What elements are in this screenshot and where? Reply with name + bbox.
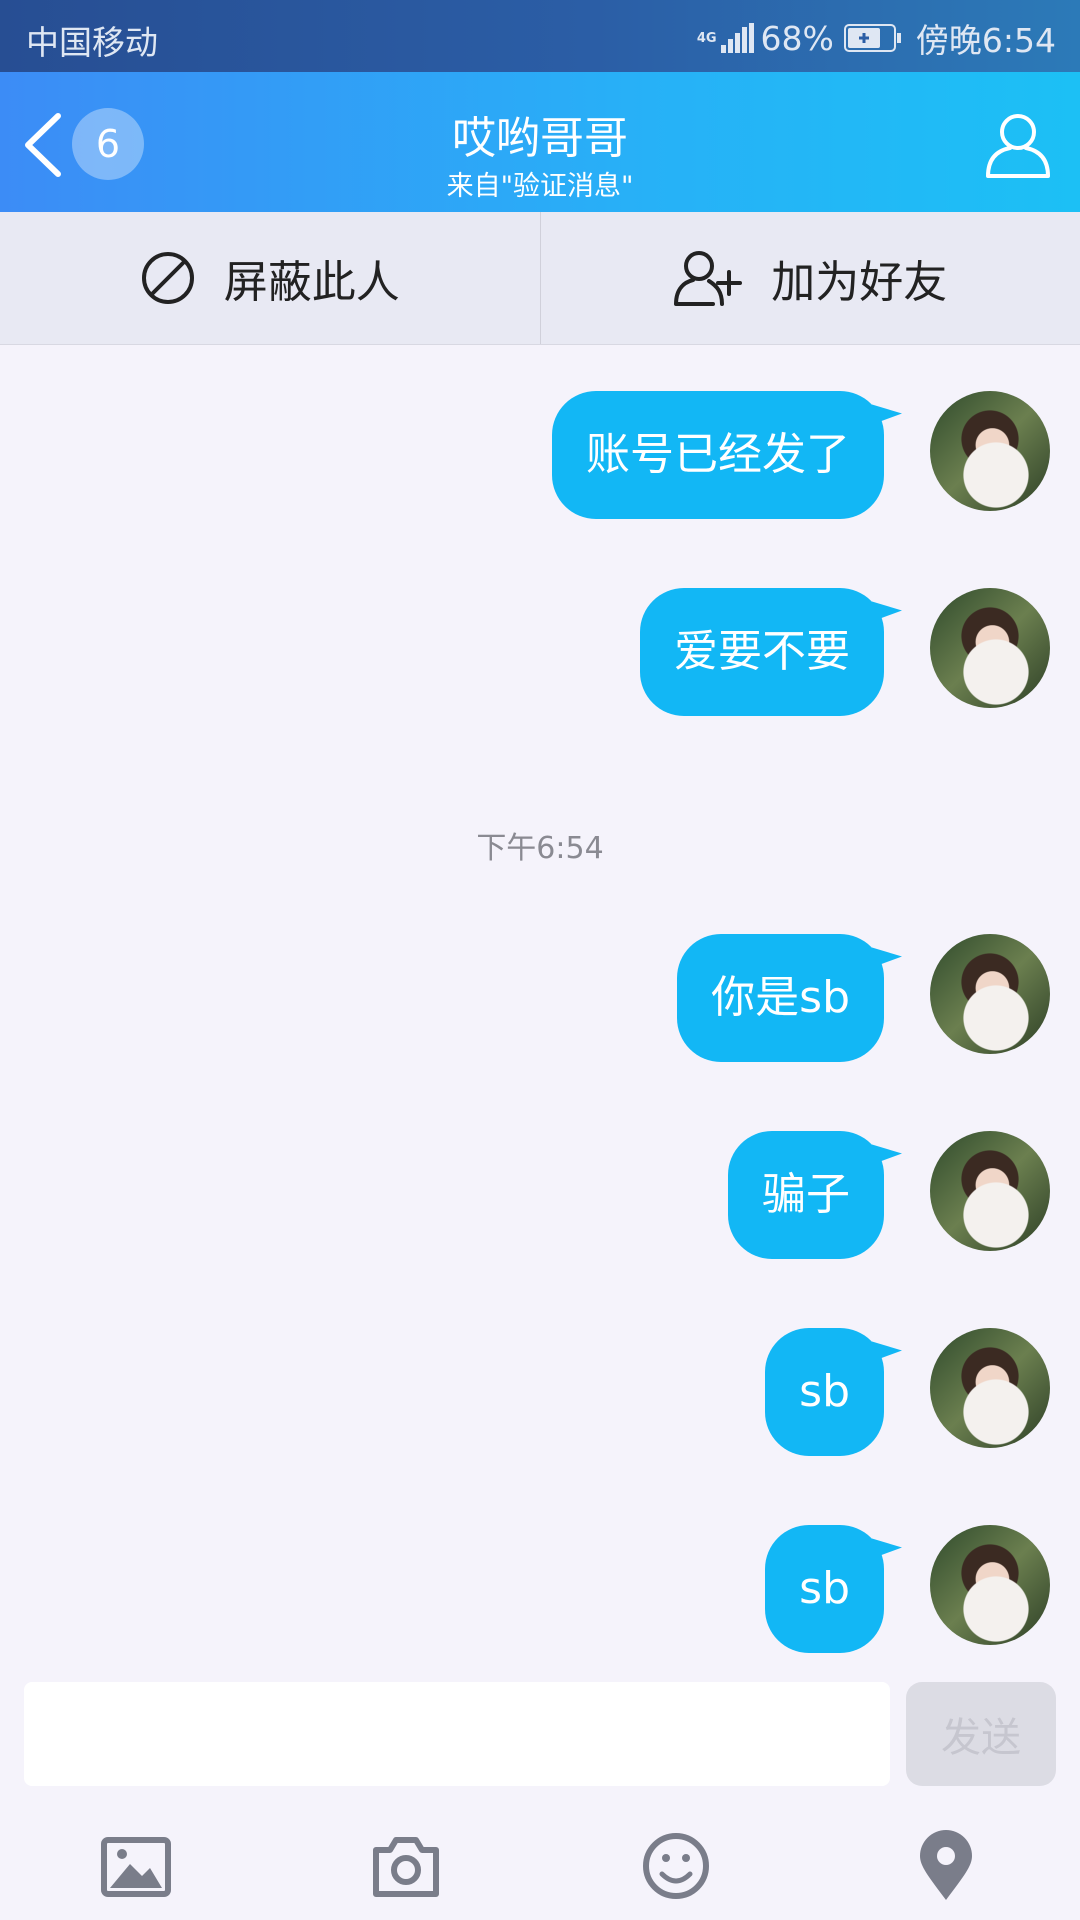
add-friend-label: 加为好友 [771,257,948,308]
camera-icon[interactable] [370,1830,442,1902]
message-item: 爱要不要 [640,588,1050,716]
block-user-button[interactable]: 屏蔽此人 [0,212,540,344]
signal-icon [720,23,754,53]
send-button[interactable]: 发送 [906,1682,1056,1786]
add-friend-button[interactable]: 加为好友 [539,212,1080,344]
block-user-label: 屏蔽此人 [223,257,400,308]
carrier-label: 中国移动 [26,23,158,62]
location-icon[interactable] [910,1830,982,1902]
composer: 发送 [0,1680,1080,1800]
avatar[interactable] [930,588,1050,708]
image-icon[interactable] [100,1830,172,1902]
avatar[interactable] [930,934,1050,1054]
stranger-action-bar: 屏蔽此人 加为好友 [0,212,1080,345]
message-bubble[interactable]: 账号已经发了 [552,391,884,519]
composer-toolbar [0,1800,1080,1920]
message-bubble[interactable]: 你是sb [677,934,884,1062]
add-friend-icon [674,251,743,306]
message-item: sb [765,1525,1050,1653]
block-icon [141,252,194,304]
avatar[interactable] [930,391,1050,511]
message-bubble[interactable]: sb [765,1525,884,1653]
message-input[interactable] [24,1682,890,1786]
emoji-icon[interactable] [640,1830,712,1902]
avatar[interactable] [930,1328,1050,1448]
contact-name: 哎哟哥哥 [452,113,628,164]
message-bubble[interactable]: 爱要不要 [640,588,884,716]
avatar[interactable] [930,1525,1050,1645]
message-item: sb [765,1328,1050,1456]
status-indicators: 4G 68% 傍晚6:54 [697,14,1056,62]
contact-source: 来自"验证消息" [446,171,634,202]
battery-icon [843,24,901,52]
message-item: 你是sb [677,934,1050,1062]
message-item: 骗子 [728,1131,1050,1259]
message-list[interactable]: 账号已经发了 爱要不要 下午6:54 你是sb 骗子 sb sb [0,345,1080,1680]
chat-header: 6 哎哟哥哥 来自"验证消息" [0,72,1080,212]
status-bar: 中国移动 4G 68% 傍晚6:54 [0,0,1080,72]
network-type-icon: 4G [696,30,717,46]
avatar[interactable] [930,1131,1050,1251]
message-bubble[interactable]: 骗子 [728,1131,884,1259]
profile-icon[interactable] [982,108,1054,180]
message-bubble[interactable]: sb [765,1328,884,1456]
battery-percent: 68% [760,18,834,58]
message-item: 账号已经发了 [552,391,1050,519]
message-timestamp: 下午6:54 [476,831,604,866]
clock: 傍晚6:54 [915,21,1056,60]
